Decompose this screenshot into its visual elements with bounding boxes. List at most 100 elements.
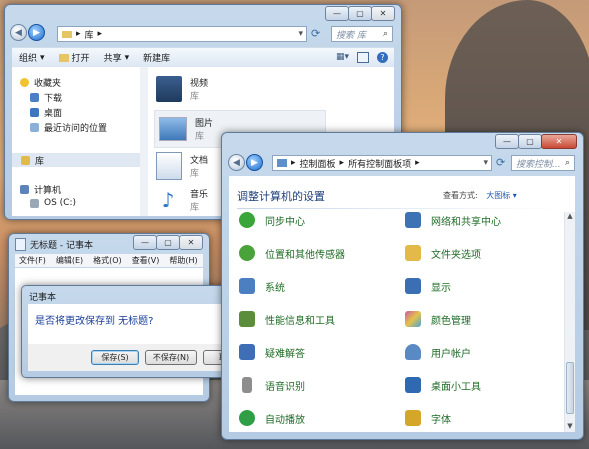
- cp-item-speech-recognition[interactable]: 语音识别: [239, 377, 305, 393]
- breadcrumb-control-panel[interactable]: 控制面板: [300, 157, 336, 170]
- cp-item-label: 文件夹选项: [431, 249, 481, 261]
- nav-label: OS (C:): [44, 198, 76, 208]
- download-icon: [30, 93, 39, 102]
- minimize-button[interactable]: —: [325, 6, 349, 21]
- organize-label: 组织: [19, 54, 38, 64]
- notepad-caption-buttons: — ▢ ✕: [133, 235, 203, 250]
- refresh-icon[interactable]: ⟳: [496, 156, 505, 169]
- cp-item-folder-options[interactable]: 文件夹选项: [405, 245, 481, 261]
- cp-item-fonts[interactable]: 字体: [405, 410, 451, 426]
- explorer-toolbar: 组织 ▾ 打开 共享 ▾ 新建库 ▦▾ ?: [12, 47, 394, 67]
- breadcrumb-separator-icon: ▸: [339, 158, 345, 168]
- save-button[interactable]: 保存(S): [91, 350, 139, 365]
- library-name: 音乐: [190, 190, 209, 200]
- nav-libraries[interactable]: 库: [12, 153, 140, 167]
- breadcrumb-separator-icon: ▸: [76, 29, 81, 39]
- forward-icon[interactable]: ▶: [246, 154, 263, 171]
- maximize-button[interactable]: ▢: [518, 134, 542, 149]
- dont-save-button[interactable]: 不保存(N): [145, 350, 197, 365]
- new-library-button[interactable]: 新建库: [143, 51, 170, 64]
- nav-downloads[interactable]: 下载: [30, 91, 62, 104]
- control-panel-caption-buttons: — ▢ ✕: [495, 134, 577, 149]
- help-icon[interactable]: ?: [377, 52, 388, 63]
- chevron-down-icon: ▾: [40, 52, 45, 63]
- refresh-icon[interactable]: ⟳: [311, 27, 320, 40]
- menu-format[interactable]: 格式(O): [93, 255, 122, 266]
- search-input[interactable]: 搜索控制... ⌕: [511, 155, 575, 171]
- view-by-label: 查看方式:: [443, 191, 478, 200]
- close-button[interactable]: ✕: [541, 134, 577, 149]
- cp-item-network-sharing[interactable]: 网络和共享中心: [405, 212, 501, 228]
- open-button[interactable]: 打开: [58, 51, 90, 64]
- address-bar[interactable]: ▸ 库 ▸ ▾: [57, 26, 307, 42]
- address-bar[interactable]: ▸ 控制面板 ▸ 所有控制面板项 ▸ ▾: [272, 155, 492, 171]
- nav-label: 桌面: [44, 109, 63, 119]
- cp-item-autoplay[interactable]: 自动播放: [239, 410, 305, 426]
- menu-edit[interactable]: 编辑(E): [56, 255, 83, 266]
- minimize-button[interactable]: —: [495, 134, 519, 149]
- nav-scrollbar[interactable]: [140, 67, 148, 216]
- organize-button[interactable]: 组织 ▾: [19, 51, 45, 65]
- cp-item-label: 显示: [431, 282, 451, 294]
- view-options-icon[interactable]: ▦▾: [336, 52, 349, 63]
- close-button[interactable]: ✕: [371, 6, 395, 21]
- library-item-videos[interactable]: 视频库: [156, 73, 336, 105]
- nav-desktop[interactable]: 桌面: [30, 106, 62, 119]
- cp-item-color-management[interactable]: 颜色管理: [405, 311, 471, 327]
- back-icon[interactable]: ◀: [10, 24, 27, 41]
- drive-icon: [30, 198, 39, 208]
- address-dropdown-icon[interactable]: ▾: [483, 158, 488, 168]
- breadcrumb-separator-icon: ▸: [291, 158, 296, 168]
- back-icon[interactable]: ◀: [228, 154, 245, 171]
- breadcrumb-all-items[interactable]: 所有控制面板项: [348, 157, 411, 170]
- address-dropdown-icon[interactable]: ▾: [298, 29, 303, 39]
- maximize-button[interactable]: ▢: [156, 235, 180, 250]
- nav-recent[interactable]: 最近访问的位置: [30, 121, 107, 134]
- cp-item-label: 颜色管理: [431, 315, 471, 327]
- folder-icon: [62, 30, 72, 38]
- cp-item-troubleshooting[interactable]: 疑难解答: [239, 344, 305, 360]
- close-button[interactable]: ✕: [179, 235, 203, 250]
- cp-item-sync-center[interactable]: 同步中心: [239, 212, 305, 228]
- notepad-menu-bar: 文件(F) 编辑(E) 格式(O) 查看(V) 帮助(H): [15, 254, 203, 267]
- cp-item-performance[interactable]: 性能信息和工具: [239, 311, 335, 327]
- forward-icon[interactable]: ▶: [28, 24, 45, 41]
- nav-favorites[interactable]: 收藏夹: [20, 76, 61, 89]
- library-icon: [21, 155, 30, 165]
- cp-item-location-sensors[interactable]: 位置和其他传感器: [239, 245, 345, 261]
- breadcrumb-library[interactable]: 库: [85, 28, 94, 41]
- menu-help[interactable]: 帮助(H): [169, 255, 197, 266]
- cp-item-desktop-gadgets[interactable]: 桌面小工具: [405, 377, 481, 393]
- vertical-scrollbar[interactable]: ▲ ▼: [564, 212, 575, 432]
- cp-item-user-accounts[interactable]: 用户帐户: [405, 344, 471, 360]
- star-icon: [20, 78, 29, 87]
- maximize-button[interactable]: ▢: [348, 6, 372, 21]
- search-input[interactable]: 搜索 库 ⌕: [331, 26, 393, 42]
- troubleshooting-icon: [239, 344, 255, 360]
- cp-item-label: 同步中心: [265, 216, 305, 228]
- scroll-up-icon[interactable]: ▲: [565, 212, 575, 222]
- picture-library-icon: [159, 117, 187, 141]
- menu-file[interactable]: 文件(F): [19, 255, 46, 266]
- scrollbar-thumb[interactable]: [566, 362, 574, 414]
- dialog-message: 是否将更改保存到 无标题?: [35, 316, 154, 327]
- display-icon: [405, 278, 421, 294]
- cp-item-label: 疑难解答: [265, 348, 305, 360]
- share-button[interactable]: 共享 ▾: [104, 51, 130, 65]
- nav-drive-c[interactable]: OS (C:): [30, 198, 76, 208]
- cp-item-display[interactable]: 显示: [405, 278, 451, 294]
- preview-pane-icon[interactable]: [357, 52, 369, 63]
- nav-label: 计算机: [34, 186, 62, 196]
- view-by-selector[interactable]: 大图标 ▾: [486, 191, 517, 200]
- minimize-button[interactable]: —: [133, 235, 157, 250]
- cp-item-label: 字体: [431, 414, 451, 426]
- menu-view[interactable]: 查看(V): [132, 255, 160, 266]
- scroll-down-icon[interactable]: ▼: [565, 422, 575, 432]
- search-icon: ⌕: [382, 29, 388, 39]
- cp-item-system[interactable]: 系统: [239, 278, 285, 294]
- autoplay-icon: [239, 410, 255, 426]
- cp-item-label: 用户帐户: [431, 348, 471, 360]
- cp-item-label: 桌面小工具: [431, 381, 481, 393]
- video-library-icon: [156, 76, 182, 102]
- nav-computer[interactable]: 计算机: [20, 183, 61, 196]
